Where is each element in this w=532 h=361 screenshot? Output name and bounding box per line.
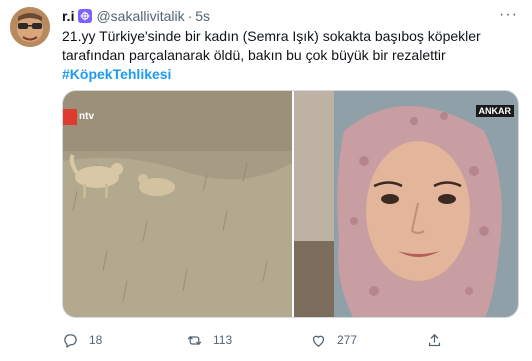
tweet-text-line: 21.yy Türkiye'sinde bir kadın (Semra Işı… [62,28,481,44]
reply-icon [64,333,77,348]
display-name[interactable]: r.i [62,8,74,24]
like-icon [312,335,325,347]
like-count: 277 [337,333,358,347]
reply-button[interactable]: 18 [62,330,102,350]
media-image-woman[interactable]: ANKAR [294,91,518,317]
tweet-actions: 18 113 277 [62,330,502,350]
retweet-count: 113 [213,333,233,347]
retweet-icon [187,335,202,345]
media-grid[interactable]: ntv ANKAR [62,90,519,318]
tweet-text-line: tarafından parçalanarak öldü, bakın bu ç… [62,47,446,63]
tweet-header: r.i @sakallivitalik · 5s [62,7,210,25]
avatar[interactable] [10,7,50,47]
handle[interactable]: @sakallivitalik [96,8,184,24]
share-icon [428,333,441,346]
verified-badge-icon [78,9,93,23]
reply-count: 18 [89,333,103,347]
share-button[interactable] [426,330,443,350]
media-image-dogs[interactable]: ntv [63,91,292,317]
channel-watermark-left: ntv [79,111,94,122]
retweet-button[interactable]: 113 [186,330,232,350]
like-button[interactable]: 277 [310,330,357,350]
timestamp[interactable]: 5s [195,8,210,24]
tweet-text: 21.yy Türkiye'sinde bir kadın (Semra Işı… [62,27,522,84]
more-icon[interactable]: ··· [499,6,518,24]
hashtag-link[interactable]: #KöpekTehlikesi [62,66,171,82]
channel-watermark-right: ANKAR [475,105,514,117]
tweet[interactable]: r.i @sakallivitalik · 5s ··· 21.yy Türki… [0,0,532,361]
separator: · [187,8,193,24]
